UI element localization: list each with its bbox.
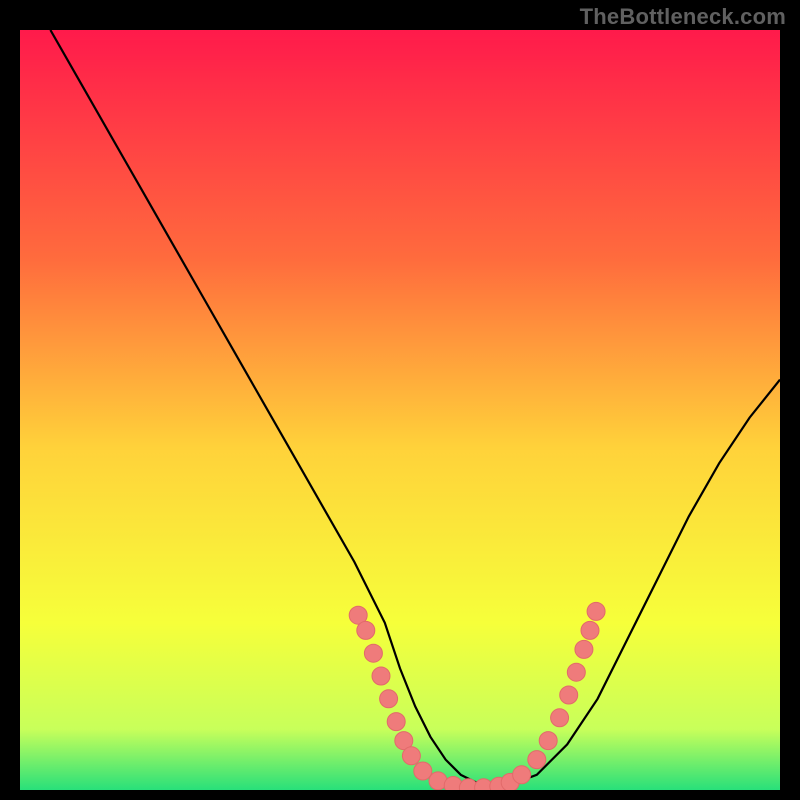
plot-area [20, 30, 780, 790]
chart-stage: TheBottleneck.com [0, 0, 800, 800]
data-marker [364, 644, 382, 662]
data-marker [567, 663, 585, 681]
data-marker [575, 640, 593, 658]
watermark-text: TheBottleneck.com [580, 4, 786, 30]
data-marker [380, 690, 398, 708]
data-marker [560, 686, 578, 704]
data-marker [581, 621, 599, 639]
data-marker [387, 713, 405, 731]
data-marker [402, 747, 420, 765]
data-marker [528, 751, 546, 769]
data-marker [587, 602, 605, 620]
data-marker [539, 732, 557, 750]
data-marker [372, 667, 390, 685]
curve-layer [20, 30, 780, 790]
data-marker [414, 762, 432, 780]
data-marker [513, 766, 531, 784]
data-marker [357, 621, 375, 639]
data-marker [551, 709, 569, 727]
bottleneck-curve [50, 30, 780, 788]
